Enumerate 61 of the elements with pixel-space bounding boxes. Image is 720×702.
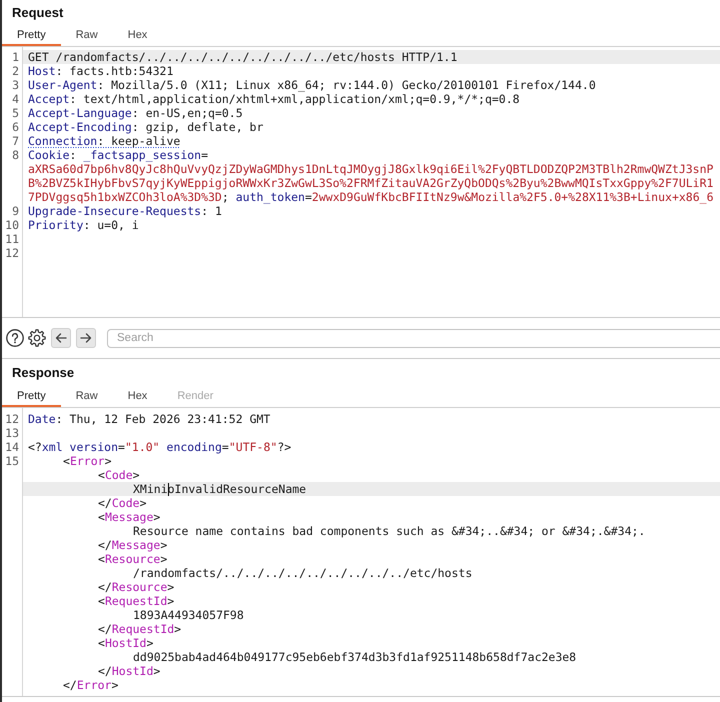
- code-line: Accept: text/html,application/xhtml+xml,application/xml;q=0.9,*/*;q=0.8: [28, 92, 520, 106]
- code-line: Upgrade-Insecure-Requests: 1: [28, 204, 222, 218]
- line-number: 9: [11, 204, 19, 218]
- code-line: 7PDVggsq5h1bxWZCOh3loA%3D%3D; auth_token=2wwxD9GuWfKbcBFIItNz9w&Mozilla%2F5.0+%28X11%3B+Linux+x86_6: [28, 190, 714, 204]
- back-button[interactable]: [51, 328, 71, 348]
- search-field[interactable]: Search: [107, 328, 720, 348]
- line-number: 15: [4, 454, 19, 468]
- tab[interactable]: Raw: [60, 387, 113, 407]
- line-number: 2: [11, 64, 19, 78]
- line-number: 11: [4, 232, 19, 246]
- tab[interactable]: Hex: [112, 387, 162, 407]
- left-arrow-icon: [55, 332, 67, 344]
- code-line: Date: Thu, 12 Feb 2026 23:41:52 GMT: [28, 412, 270, 426]
- line-number: 4: [11, 92, 19, 106]
- code-line: <HostId>: [98, 636, 154, 650]
- tab[interactable]: Pretty: [2, 387, 61, 407]
- tab[interactable]: Hex: [112, 26, 162, 46]
- code-line: <Error>: [63, 454, 112, 468]
- line-number: 5: [11, 106, 19, 120]
- code-line: Resource name contains bad components such as &#34;..&#34; or &#34;.&#34;.: [133, 524, 646, 538]
- line-number: 14: [4, 440, 19, 454]
- forward-button[interactable]: [76, 328, 96, 348]
- panel-title: Response: [12, 364, 74, 380]
- panel-title: Request: [12, 4, 64, 20]
- line-number: 1: [11, 50, 19, 64]
- code-line: /randomfacts/../../../../../../../../../etc/hosts: [133, 566, 472, 580]
- code-line: <Code>: [98, 468, 140, 482]
- settings-icon[interactable]: [28, 329, 46, 347]
- code-line: aXRSa60d7bp6hv8QyJc8hQuVvyQzjZDyWaGMDhys1DnLtqJMOygjJ8Gxlk9qi6Eil%2FyQBTLDODZQP2M3TBlh2RmwQWZtJ3snP: [28, 162, 714, 176]
- code-line: GET /randomfacts/../../../../../../../../../etc/hosts HTTP/1.1: [28, 50, 458, 64]
- line-number: 10: [4, 218, 19, 232]
- tab[interactable]: Pretty: [2, 26, 61, 46]
- right-arrow-icon: [80, 332, 92, 344]
- code-line: </Resource>: [98, 580, 174, 594]
- line-number: 7: [11, 134, 19, 148]
- code-line: 1893A44934057F98: [133, 608, 244, 622]
- code-line: Accept-Language: en-US,en;q=0.5: [28, 106, 243, 120]
- line-number: 12: [4, 246, 19, 260]
- line-number: 13: [4, 426, 19, 440]
- code-line: User-Agent: Mozilla/5.0 (X11; Linux x86_64; rv:144.0) Gecko/20100101 Firefox/144.0: [28, 78, 596, 92]
- code-line: <?xml version="1.0" encoding="UTF-8"?>: [28, 440, 292, 454]
- code-line: </Message>: [98, 538, 168, 552]
- code-line: </Code>: [98, 496, 146, 510]
- code-line: B%2BVZ5kIHybFbvS7qyjKyWEppigjoRWWxKr3ZwGwL3So%2FRMfZitauVA2GrZyQbODQs%2Byu%2BwwMQIsTxxGppy%2F7ULiR1: [28, 176, 714, 190]
- line-number: 8: [11, 148, 19, 162]
- code-line: <Message>: [98, 510, 160, 524]
- code-line: </Error>: [63, 678, 118, 692]
- tab[interactable]: Raw: [60, 26, 113, 46]
- help-icon[interactable]: [6, 329, 24, 347]
- code-line: Priority: u=0, i: [28, 218, 139, 232]
- code-line: dd9025bab4ad464b049177c95eb6ebf374d3b3fd1af9251148b658df7ac2e3e8: [133, 650, 576, 664]
- code-line: </RequestId>: [98, 622, 182, 636]
- line-number: 6: [11, 120, 19, 134]
- line-number: 3: [11, 78, 19, 92]
- line-number: 12: [4, 412, 19, 426]
- code-line: Accept-Encoding: gzip, deflate, br: [28, 120, 264, 134]
- code-line: <RequestId>: [98, 594, 174, 608]
- code-line: Host: facts.htb:54321: [28, 64, 174, 78]
- code-line: </HostId>: [98, 664, 160, 678]
- code-line: <Resource>: [98, 552, 168, 566]
- code-line: Cookie: _factsapp_session=: [28, 148, 208, 162]
